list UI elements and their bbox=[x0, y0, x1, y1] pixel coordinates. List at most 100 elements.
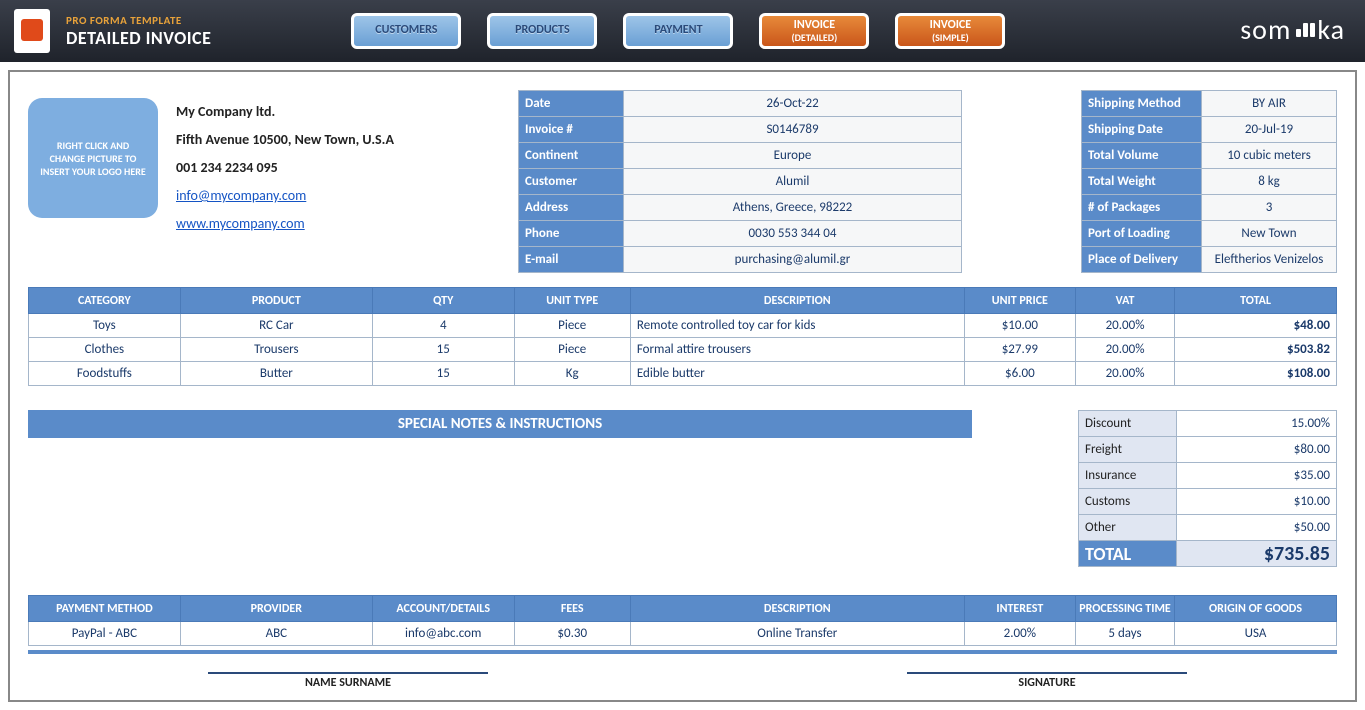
nav-customers[interactable]: CUSTOMERS bbox=[351, 13, 461, 49]
brand-bars-icon bbox=[1293, 21, 1315, 39]
lbl-weight: Total Weight bbox=[1082, 169, 1202, 195]
item-desc[interactable]: Formal attire trousers bbox=[630, 338, 964, 362]
company-block: RIGHT CLICK AND CHANGE PICTURE TO INSERT… bbox=[28, 90, 498, 273]
company-website[interactable]: www.mycompany.com bbox=[176, 215, 305, 232]
totals-value[interactable]: $50.00 bbox=[1177, 515, 1337, 541]
item-product[interactable]: Trousers bbox=[180, 338, 372, 362]
th-pay-method: PAYMENT METHOD bbox=[29, 596, 181, 622]
val-customer[interactable]: Alumil bbox=[624, 169, 962, 195]
pay-origin[interactable]: USA bbox=[1175, 622, 1337, 646]
val-email[interactable]: purchasing@alumil.gr bbox=[624, 247, 962, 273]
totals-value[interactable]: $10.00 bbox=[1177, 489, 1337, 515]
totals-value[interactable]: $35.00 bbox=[1177, 463, 1337, 489]
totals-row: Other$50.00 bbox=[1079, 515, 1337, 541]
item-qty[interactable]: 15 bbox=[372, 362, 514, 386]
item-desc[interactable]: Remote controlled toy car for kids bbox=[630, 314, 964, 338]
shipping-table: Shipping MethodBY AIR Shipping Date20-Ju… bbox=[1081, 90, 1337, 273]
th-account: ACCOUNT/DETAILS bbox=[372, 596, 514, 622]
val-continent[interactable]: Europe bbox=[624, 143, 962, 169]
pay-provider[interactable]: ABC bbox=[180, 622, 372, 646]
totals-value[interactable]: $80.00 bbox=[1177, 437, 1337, 463]
grand-total-value: $735.85 bbox=[1177, 541, 1337, 567]
app-logo-icon bbox=[14, 9, 50, 53]
item-category[interactable]: Foodstuffs bbox=[29, 362, 181, 386]
pay-time[interactable]: 5 days bbox=[1075, 622, 1174, 646]
item-category[interactable]: Clothes bbox=[29, 338, 181, 362]
val-address[interactable]: Athens, Greece, 98222 bbox=[624, 195, 962, 221]
nav-invoice-detailed-l2: (DETAILED) bbox=[792, 32, 838, 43]
lbl-delivery: Place of Delivery bbox=[1082, 247, 1202, 273]
item-price[interactable]: $6.00 bbox=[964, 362, 1075, 386]
nav-payment[interactable]: PAYMENT bbox=[623, 13, 733, 49]
lbl-address: Address bbox=[519, 195, 624, 221]
item-vat[interactable]: 20.00% bbox=[1075, 362, 1174, 386]
totals-row: Insurance$35.00 bbox=[1079, 463, 1337, 489]
page-title: DETAILED INVOICE bbox=[66, 27, 211, 49]
invoice-page: RIGHT CLICK AND CHANGE PICTURE TO INSERT… bbox=[8, 70, 1357, 702]
pay-interest[interactable]: 2.00% bbox=[964, 622, 1075, 646]
val-weight[interactable]: 8 kg bbox=[1202, 169, 1337, 195]
top-section: RIGHT CLICK AND CHANGE PICTURE TO INSERT… bbox=[28, 90, 1337, 273]
pay-account[interactable]: info@abc.com bbox=[372, 622, 514, 646]
item-qty[interactable]: 4 bbox=[372, 314, 514, 338]
nav-invoice-detailed[interactable]: INVOICE (DETAILED) bbox=[759, 13, 869, 49]
totals-label: Insurance bbox=[1079, 463, 1177, 489]
pay-method[interactable]: PayPal - ABC bbox=[29, 622, 181, 646]
th-vat: VAT bbox=[1075, 288, 1174, 314]
item-vat[interactable]: 20.00% bbox=[1075, 314, 1174, 338]
val-ship-date[interactable]: 20-Jul-19 bbox=[1202, 117, 1337, 143]
nav-invoice-simple-l2: (SIMPLE) bbox=[930, 32, 971, 43]
pay-fees[interactable]: $0.30 bbox=[514, 622, 630, 646]
item-qty[interactable]: 15 bbox=[372, 338, 514, 362]
company-address: Fifth Avenue 10500, New Town, U.S.A bbox=[176, 126, 394, 154]
item-vat[interactable]: 20.00% bbox=[1075, 338, 1174, 362]
item-price[interactable]: $10.00 bbox=[964, 314, 1075, 338]
lbl-date: Date bbox=[519, 91, 624, 117]
payment-row: PayPal - ABC ABC info@abc.com $0.30 Onli… bbox=[29, 622, 1337, 646]
item-desc[interactable]: Edible butter bbox=[630, 362, 964, 386]
lbl-packages: # of Packages bbox=[1082, 195, 1202, 221]
totals-row: Freight$80.00 bbox=[1079, 437, 1337, 463]
val-packages[interactable]: 3 bbox=[1202, 195, 1337, 221]
company-email[interactable]: info@mycompany.com bbox=[176, 187, 306, 204]
item-total[interactable]: $108.00 bbox=[1175, 362, 1337, 386]
nav-invoice-simple[interactable]: INVOICE (SIMPLE) bbox=[895, 13, 1005, 49]
brand-logo: somka bbox=[1240, 12, 1345, 47]
item-category[interactable]: Toys bbox=[29, 314, 181, 338]
totals-value[interactable]: 15.00% bbox=[1177, 411, 1337, 437]
lbl-port: Port of Loading bbox=[1082, 221, 1202, 247]
nav-products[interactable]: PRODUCTS bbox=[487, 13, 597, 49]
lbl-ship-method: Shipping Method bbox=[1082, 91, 1202, 117]
val-phone[interactable]: 0030 553 344 04 bbox=[624, 221, 962, 247]
item-total[interactable]: $503.82 bbox=[1175, 338, 1337, 362]
divider-line bbox=[28, 650, 1337, 654]
items-table: CATEGORY PRODUCT QTY UNIT TYPE DESCRIPTI… bbox=[28, 287, 1337, 386]
app-header: PRO FORMA TEMPLATE DETAILED INVOICE CUST… bbox=[0, 0, 1365, 62]
lbl-invoice-no: Invoice # bbox=[519, 117, 624, 143]
item-total[interactable]: $48.00 bbox=[1175, 314, 1337, 338]
notes-header: SPECIAL NOTES & INSTRUCTIONS bbox=[28, 410, 972, 438]
val-port[interactable]: New Town bbox=[1202, 221, 1337, 247]
item-unit[interactable]: Piece bbox=[514, 314, 630, 338]
th-product: PRODUCT bbox=[180, 288, 372, 314]
invoice-info-table: Date26-Oct-22 Invoice #S0146789 Continen… bbox=[518, 90, 962, 273]
pay-desc[interactable]: Online Transfer bbox=[630, 622, 964, 646]
val-ship-method[interactable]: BY AIR bbox=[1202, 91, 1337, 117]
val-volume[interactable]: 10 cubic meters bbox=[1202, 143, 1337, 169]
th-pay-desc: DESCRIPTION bbox=[630, 596, 964, 622]
item-product[interactable]: Butter bbox=[180, 362, 372, 386]
item-price[interactable]: $27.99 bbox=[964, 338, 1075, 362]
val-delivery[interactable]: Eleftherios Venizelos bbox=[1202, 247, 1337, 273]
item-unit[interactable]: Piece bbox=[514, 338, 630, 362]
th-origin: ORIGIN OF GOODS bbox=[1175, 596, 1337, 622]
lbl-ship-date: Shipping Date bbox=[1082, 117, 1202, 143]
val-date[interactable]: 26-Oct-22 bbox=[624, 91, 962, 117]
val-invoice-no[interactable]: S0146789 bbox=[624, 117, 962, 143]
logo-placeholder[interactable]: RIGHT CLICK AND CHANGE PICTURE TO INSERT… bbox=[28, 98, 158, 218]
th-fees: FEES bbox=[514, 596, 630, 622]
item-product[interactable]: RC Car bbox=[180, 314, 372, 338]
th-price: UNIT PRICE bbox=[964, 288, 1075, 314]
below-items: SPECIAL NOTES & INSTRUCTIONS Discount15.… bbox=[28, 410, 1337, 567]
th-interest: INTEREST bbox=[964, 596, 1075, 622]
item-unit[interactable]: Kg bbox=[514, 362, 630, 386]
